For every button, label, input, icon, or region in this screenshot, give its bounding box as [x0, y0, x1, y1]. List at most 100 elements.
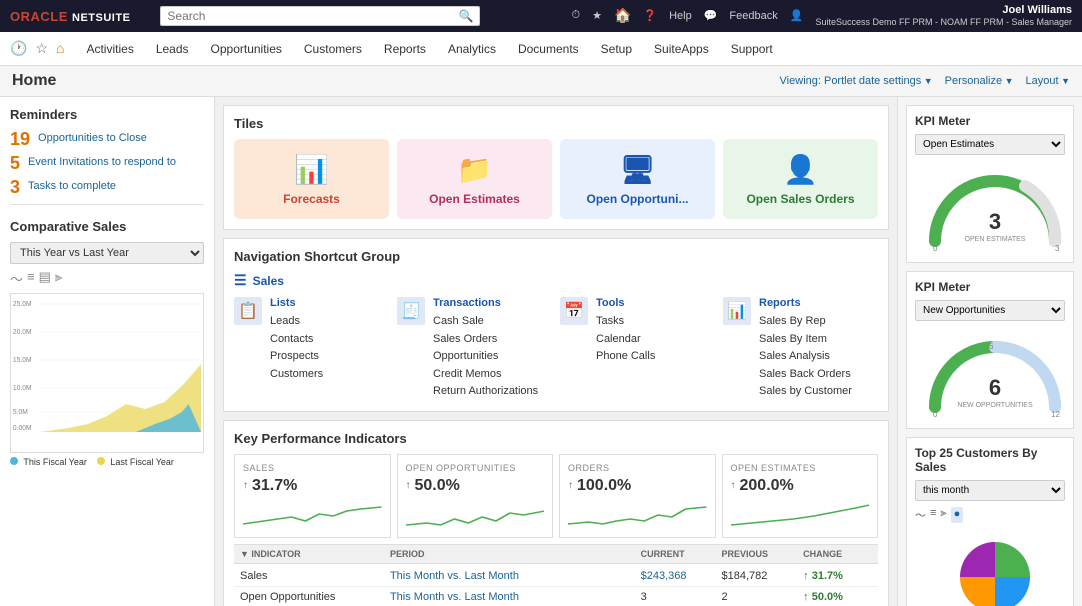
- link-phone-calls[interactable]: Phone Calls: [596, 348, 655, 366]
- gauge-svg-2: 6 NEW OPPORTUNITIES 0 6 12: [915, 327, 1075, 417]
- kpi-meter-2-select[interactable]: New Opportunities: [915, 300, 1065, 321]
- home-icon[interactable]: 🏠: [614, 7, 631, 24]
- history-icon[interactable]: ⏱: [571, 9, 580, 22]
- layout-btn[interactable]: Layout: [1026, 75, 1070, 87]
- pie-icon[interactable]: ●: [951, 507, 964, 523]
- link-sales-back-orders[interactable]: Sales Back Orders: [759, 366, 852, 384]
- search-box[interactable]: 🔍: [160, 6, 480, 26]
- bar-chart-icon[interactable]: ≡: [27, 269, 35, 288]
- table-icon[interactable]: ▤: [39, 269, 51, 288]
- reminder-label-1[interactable]: Event Invitations to respond to: [28, 156, 176, 168]
- shortcut-col-transactions: 🧾 Transactions Cash Sale Sales Orders Op…: [397, 297, 552, 401]
- reminder-label-0[interactable]: Opportunities to Close: [38, 132, 147, 144]
- nav-documents[interactable]: Documents: [508, 36, 589, 62]
- column-chart-icon[interactable]: ⫸: [55, 269, 62, 288]
- menu-icon: ☰: [234, 272, 247, 289]
- link-sales-by-rep[interactable]: Sales By Rep: [759, 313, 852, 331]
- svg-text:0: 0: [933, 244, 938, 251]
- tiles-title: Tiles: [234, 116, 878, 131]
- kpi-row1-previous: 2: [715, 586, 797, 606]
- kpi-card-orders: ORDERS ↑ 100.0%: [559, 454, 716, 538]
- link-opportunities[interactable]: Opportunities: [433, 348, 538, 366]
- line-chart-icon[interactable]: 〜: [10, 269, 23, 288]
- link-return-auth[interactable]: Return Authorizations: [433, 383, 538, 401]
- link-calendar[interactable]: Calendar: [596, 331, 655, 349]
- link-sales-orders[interactable]: Sales Orders: [433, 331, 538, 349]
- nav-reports[interactable]: Reports: [374, 36, 436, 62]
- kpi-meter-1-title: KPI Meter: [915, 114, 1065, 128]
- link-sales-analysis[interactable]: Sales Analysis: [759, 348, 852, 366]
- nav-suiteapps[interactable]: SuiteApps: [644, 36, 719, 62]
- top25-section: Top 25 Customers By Sales this month 〜 ≡…: [906, 437, 1074, 606]
- star-nav-icon[interactable]: ☆: [35, 40, 48, 57]
- link-sales-by-item[interactable]: Sales By Item: [759, 331, 852, 349]
- top25-dropdown[interactable]: this month: [915, 480, 1065, 501]
- link-tasks[interactable]: Tasks: [596, 313, 655, 331]
- feedback-label[interactable]: Feedback: [729, 10, 777, 22]
- shortcut-col-tools: 📅 Tools Tasks Calendar Phone Calls: [560, 297, 715, 401]
- kpi-card-sales: SALES ↑ 31.7%: [234, 454, 391, 538]
- kpi-value-sales: 31.7%: [252, 477, 297, 495]
- star-icon[interactable]: ★: [592, 9, 602, 22]
- link-prospects[interactable]: Prospects: [270, 348, 323, 366]
- kpi-row0-period[interactable]: This Month vs. Last Month: [384, 563, 635, 586]
- kpi-th-current: CURRENT: [635, 544, 716, 563]
- nav-opportunities[interactable]: Opportunities: [201, 36, 292, 62]
- home-nav-icon[interactable]: ⌂: [56, 40, 64, 57]
- kpi-label-open-opp: OPEN OPPORTUNITIES: [406, 463, 545, 473]
- right-sidebar: KPI Meter Open Estimates 3 OPEN ESTIMATE…: [897, 97, 1082, 606]
- tile-open-opportunities[interactable]: 🖥 Open Opportuni...: [560, 139, 715, 219]
- left-sidebar: Reminders 19 Opportunities to Close 5 Ev…: [0, 97, 215, 606]
- kpi-label-open-estimates: OPEN ESTIMATES: [731, 463, 870, 473]
- nav-setup[interactable]: Setup: [591, 36, 642, 62]
- transactions-links: Transactions Cash Sale Sales Orders Oppo…: [433, 297, 538, 401]
- estimates-icon: 📁: [457, 153, 492, 186]
- clock-icon[interactable]: 🕐: [10, 40, 27, 57]
- link-contacts[interactable]: Contacts: [270, 331, 323, 349]
- tile-open-estimates[interactable]: 📁 Open Estimates: [397, 139, 552, 219]
- estimates-label: Open Estimates: [429, 192, 520, 206]
- viewing-portlet-btn[interactable]: Viewing: Portlet date settings: [780, 75, 933, 87]
- nav-leads[interactable]: Leads: [146, 36, 199, 62]
- link-cash-sale[interactable]: Cash Sale: [433, 313, 538, 331]
- svg-text:3: 3: [1055, 244, 1060, 251]
- link-leads[interactable]: Leads: [270, 313, 323, 331]
- svg-text:5.0M: 5.0M: [13, 409, 28, 416]
- comp-sales-dropdown[interactable]: This Year vs Last Year: [10, 242, 204, 264]
- kpi-row1-period[interactable]: This Month vs. Last Month: [384, 586, 635, 606]
- kpi-sparkline-open-estimates: [731, 499, 870, 529]
- kpi-value-open-estimates: 200.0%: [740, 477, 794, 495]
- bar-icon[interactable]: ⫸: [940, 507, 946, 523]
- nav-activities[interactable]: Activities: [76, 36, 143, 62]
- link-customers[interactable]: Customers: [270, 366, 323, 384]
- kpi-meter-2: KPI Meter New Opportunities 6 NEW OPPORT…: [906, 271, 1074, 429]
- tile-open-sales-orders[interactable]: 👤 Open Sales Orders: [723, 139, 878, 219]
- reports-icon: 📊: [723, 297, 751, 325]
- svg-text:25.0M: 25.0M: [13, 301, 32, 308]
- reminder-label-2[interactable]: Tasks to complete: [28, 180, 116, 192]
- personalize-btn[interactable]: Personalize: [945, 75, 1014, 87]
- legend-last-year: Last Fiscal Year: [97, 457, 174, 467]
- this-year-dot: [10, 457, 18, 465]
- search-input[interactable]: [167, 9, 458, 23]
- link-sales-by-customer[interactable]: Sales by Customer: [759, 383, 852, 401]
- help-icon[interactable]: ❓: [643, 9, 657, 22]
- kpi-row0-indicator: Sales: [234, 563, 384, 586]
- shortcut-group-label: Sales: [253, 274, 284, 288]
- top25-chart: [915, 527, 1065, 606]
- kpi-row1-current: 3: [635, 586, 716, 606]
- kpi-th-indicator[interactable]: ▼ INDICATOR: [234, 544, 384, 563]
- nav-customers[interactable]: Customers: [294, 36, 372, 62]
- tile-forecasts[interactable]: 📊 Forecasts: [234, 139, 389, 219]
- nav-shortcut-title: Navigation Shortcut Group: [234, 249, 878, 264]
- nav-analytics[interactable]: Analytics: [438, 36, 506, 62]
- line-icon[interactable]: 〜: [915, 507, 926, 523]
- nav-support[interactable]: Support: [721, 36, 783, 62]
- user-icon: 👤: [790, 9, 804, 22]
- kpi-sparkline-sales: [243, 499, 382, 529]
- kpi-meter-1-select[interactable]: Open Estimates: [915, 134, 1065, 155]
- svg-text:NEW OPPORTUNITIES: NEW OPPORTUNITIES: [957, 402, 1033, 409]
- table-icon[interactable]: ≡: [930, 507, 936, 523]
- link-credit-memos[interactable]: Credit Memos: [433, 366, 538, 384]
- help-label[interactable]: Help: [669, 10, 692, 22]
